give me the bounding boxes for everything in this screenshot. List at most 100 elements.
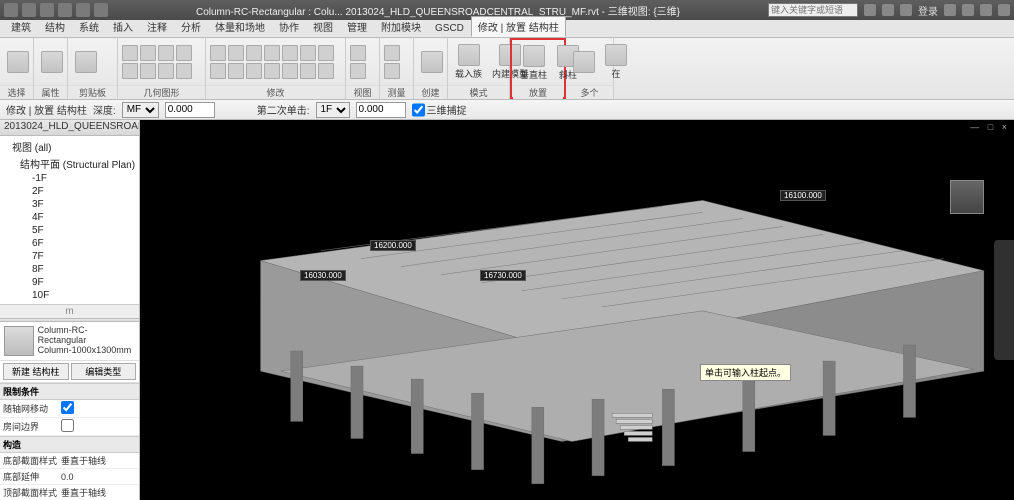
hide-icon[interactable]: [350, 45, 366, 61]
select-button[interactable]: [4, 49, 32, 75]
tab-architecture[interactable]: 建筑: [4, 16, 38, 37]
tree-level[interactable]: 5F: [2, 224, 137, 237]
snap3d-checkbox[interactable]: 三维捕捉: [412, 102, 467, 118]
tree-group[interactable]: 结构平面 (Structural Plan): [2, 155, 137, 172]
tab-insert[interactable]: 插入: [106, 16, 140, 37]
properties-button[interactable]: [38, 49, 66, 75]
tree-root[interactable]: 视图 (all): [2, 138, 137, 155]
login-link[interactable]: 登录: [918, 3, 938, 18]
tree-level[interactable]: 2F: [2, 185, 137, 198]
model-canvas[interactable]: [140, 120, 1014, 500]
tree-level[interactable]: 4F: [2, 211, 137, 224]
at-columns-button[interactable]: 在: [602, 42, 630, 82]
tab-gscd[interactable]: GSCD: [428, 20, 471, 37]
mirror-pick-icon[interactable]: [246, 45, 262, 61]
help-search-input[interactable]: [768, 3, 858, 17]
depth-input[interactable]: [165, 102, 215, 118]
browser-hscroll[interactable]: m: [0, 304, 139, 318]
type-selector[interactable]: Column-RC-RectangularColumn-1000x1300mm: [0, 322, 139, 361]
base-ext-value[interactable]: 0.0: [61, 472, 136, 482]
move-icon[interactable]: [282, 45, 298, 61]
tree-level[interactable]: 6F: [2, 237, 137, 250]
offset-icon[interactable]: [228, 45, 244, 61]
vertical-column-icon: [523, 45, 545, 67]
tab-view[interactable]: 视图: [306, 16, 340, 37]
dim-annotation[interactable]: 16100.000: [780, 190, 826, 201]
tab-analyze[interactable]: 分析: [174, 16, 208, 37]
tree-level[interactable]: 9F: [2, 276, 137, 289]
demolish-icon[interactable]: [158, 63, 174, 79]
close-icon[interactable]: [998, 4, 1010, 16]
tree-level[interactable]: 10F: [2, 289, 137, 302]
at-grids-button[interactable]: [570, 49, 598, 75]
paste-button[interactable]: [72, 49, 100, 75]
tree-level[interactable]: 8F: [2, 263, 137, 276]
dimension-icon[interactable]: [384, 63, 400, 79]
base-cut-value[interactable]: 垂直于轴线: [61, 454, 136, 467]
create-button[interactable]: [418, 49, 446, 75]
tab-systems[interactable]: 系统: [72, 16, 106, 37]
tab-collaborate[interactable]: 协作: [272, 16, 306, 37]
top-cut-value[interactable]: 垂直于轴线: [61, 486, 136, 499]
qat-undo-icon[interactable]: [58, 3, 72, 17]
edit-type-button[interactable]: 编辑类型: [71, 363, 137, 380]
qat-print-icon[interactable]: [94, 3, 108, 17]
search-icon[interactable]: [864, 4, 876, 16]
help-icon[interactable]: [944, 4, 956, 16]
dim-annotation[interactable]: 16200.000: [370, 240, 416, 251]
pin-icon[interactable]: [300, 63, 316, 79]
room-bounding-checkbox[interactable]: [61, 419, 74, 432]
minimize-icon[interactable]: [962, 4, 974, 16]
cut-geom-icon[interactable]: [140, 45, 156, 61]
wall-join-icon[interactable]: [176, 45, 192, 61]
trim-extend-icon[interactable]: [210, 63, 226, 79]
copy-tool-icon[interactable]: [300, 45, 316, 61]
qat-redo-icon[interactable]: [76, 3, 90, 17]
split-icon[interactable]: [246, 63, 262, 79]
new-instance-label[interactable]: 新建 结构柱: [3, 363, 69, 380]
align-tool-icon[interactable]: [210, 45, 226, 61]
second-input[interactable]: [356, 102, 406, 118]
tab-annotate[interactable]: 注释: [140, 16, 174, 37]
qat-save-icon[interactable]: [40, 3, 54, 17]
dim-annotation[interactable]: 16730.000: [480, 270, 526, 281]
load-family-button[interactable]: 载入族: [452, 42, 485, 82]
app-icon[interactable]: [4, 3, 18, 17]
second-select[interactable]: 1F: [316, 102, 350, 118]
maximize-icon[interactable]: [980, 4, 992, 16]
cope-icon[interactable]: [122, 45, 138, 61]
tree-level[interactable]: 7F: [2, 250, 137, 263]
dim-annotation[interactable]: 16030.000: [300, 270, 346, 281]
depth-select[interactable]: MF: [122, 102, 159, 118]
browser-tree[interactable]: 视图 (all) 结构平面 (Structural Plan) -1F 2F 3…: [0, 136, 139, 304]
tab-manage[interactable]: 管理: [340, 16, 374, 37]
qat-open-icon[interactable]: [22, 3, 36, 17]
rotate-icon[interactable]: [318, 45, 334, 61]
options-bar: 修改 | 放置 结构柱 深度: MF 第二次单击: 1F 三维捕捉: [0, 100, 1014, 120]
array-icon[interactable]: [264, 63, 280, 79]
view-cube[interactable]: [950, 180, 984, 214]
join-icon[interactable]: [158, 45, 174, 61]
override-icon[interactable]: [350, 63, 366, 79]
tab-structure[interactable]: 结构: [38, 16, 72, 37]
move-with-grid-checkbox[interactable]: [61, 401, 74, 414]
tree-level[interactable]: -1F: [2, 172, 137, 185]
vertical-column-button[interactable]: 垂直柱: [517, 43, 550, 83]
delete-icon[interactable]: [318, 63, 334, 79]
favorite-icon[interactable]: [900, 4, 912, 16]
tree-level[interactable]: 3F: [2, 198, 137, 211]
paint-icon[interactable]: [140, 63, 156, 79]
mirror-draw-icon[interactable]: [264, 45, 280, 61]
measure-icon[interactable]: [384, 45, 400, 61]
navigation-bar[interactable]: [994, 240, 1014, 360]
viewport-3d[interactable]: — □ ×: [140, 120, 1014, 500]
scale-icon[interactable]: [282, 63, 298, 79]
tab-massing[interactable]: 体量和场地: [208, 16, 272, 37]
tab-modify-place-column[interactable]: 修改 | 放置 结构柱: [471, 16, 566, 37]
tab-addins[interactable]: 附加模块: [374, 16, 428, 37]
subscription-icon[interactable]: [882, 4, 894, 16]
align-icon[interactable]: [176, 63, 192, 79]
split-face-icon[interactable]: [122, 63, 138, 79]
trim-single-icon[interactable]: [228, 63, 244, 79]
browser-header[interactable]: 2013024_HLD_QUEENSROADCE...: [0, 120, 139, 136]
